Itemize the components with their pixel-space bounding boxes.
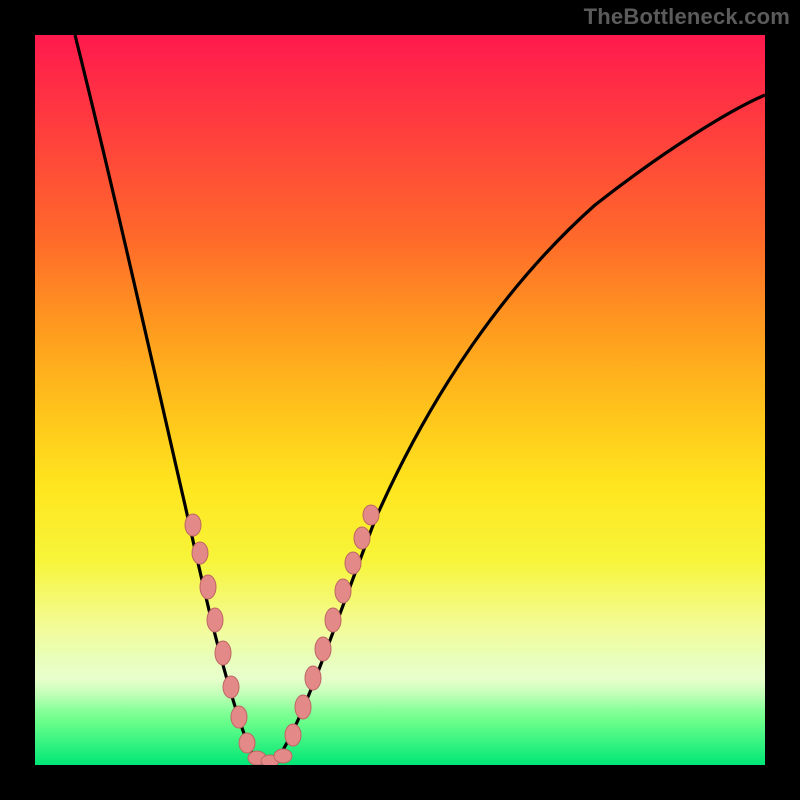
plot-background: [35, 35, 765, 765]
chart-frame: TheBottleneck.com: [0, 0, 800, 800]
watermark-text: TheBottleneck.com: [584, 4, 790, 30]
